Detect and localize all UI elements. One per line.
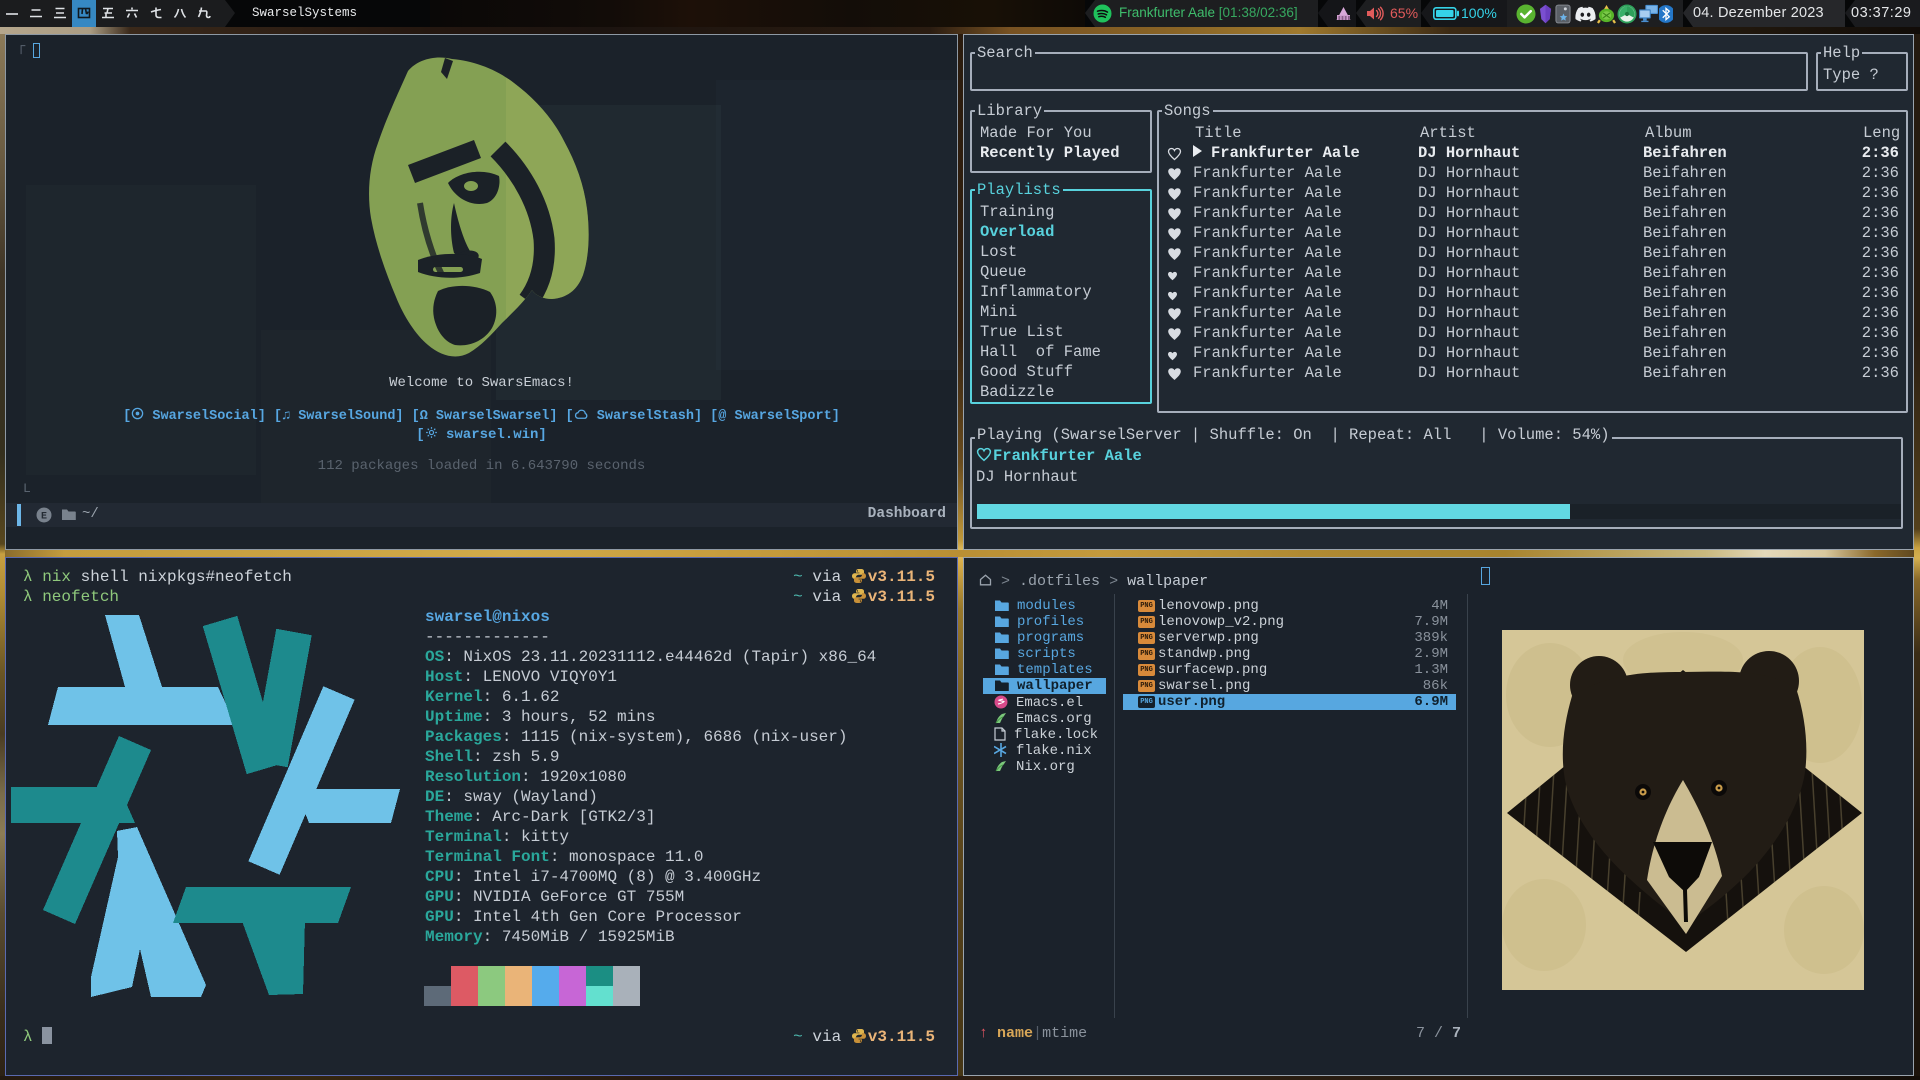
svg-text:E: E: [41, 512, 47, 523]
